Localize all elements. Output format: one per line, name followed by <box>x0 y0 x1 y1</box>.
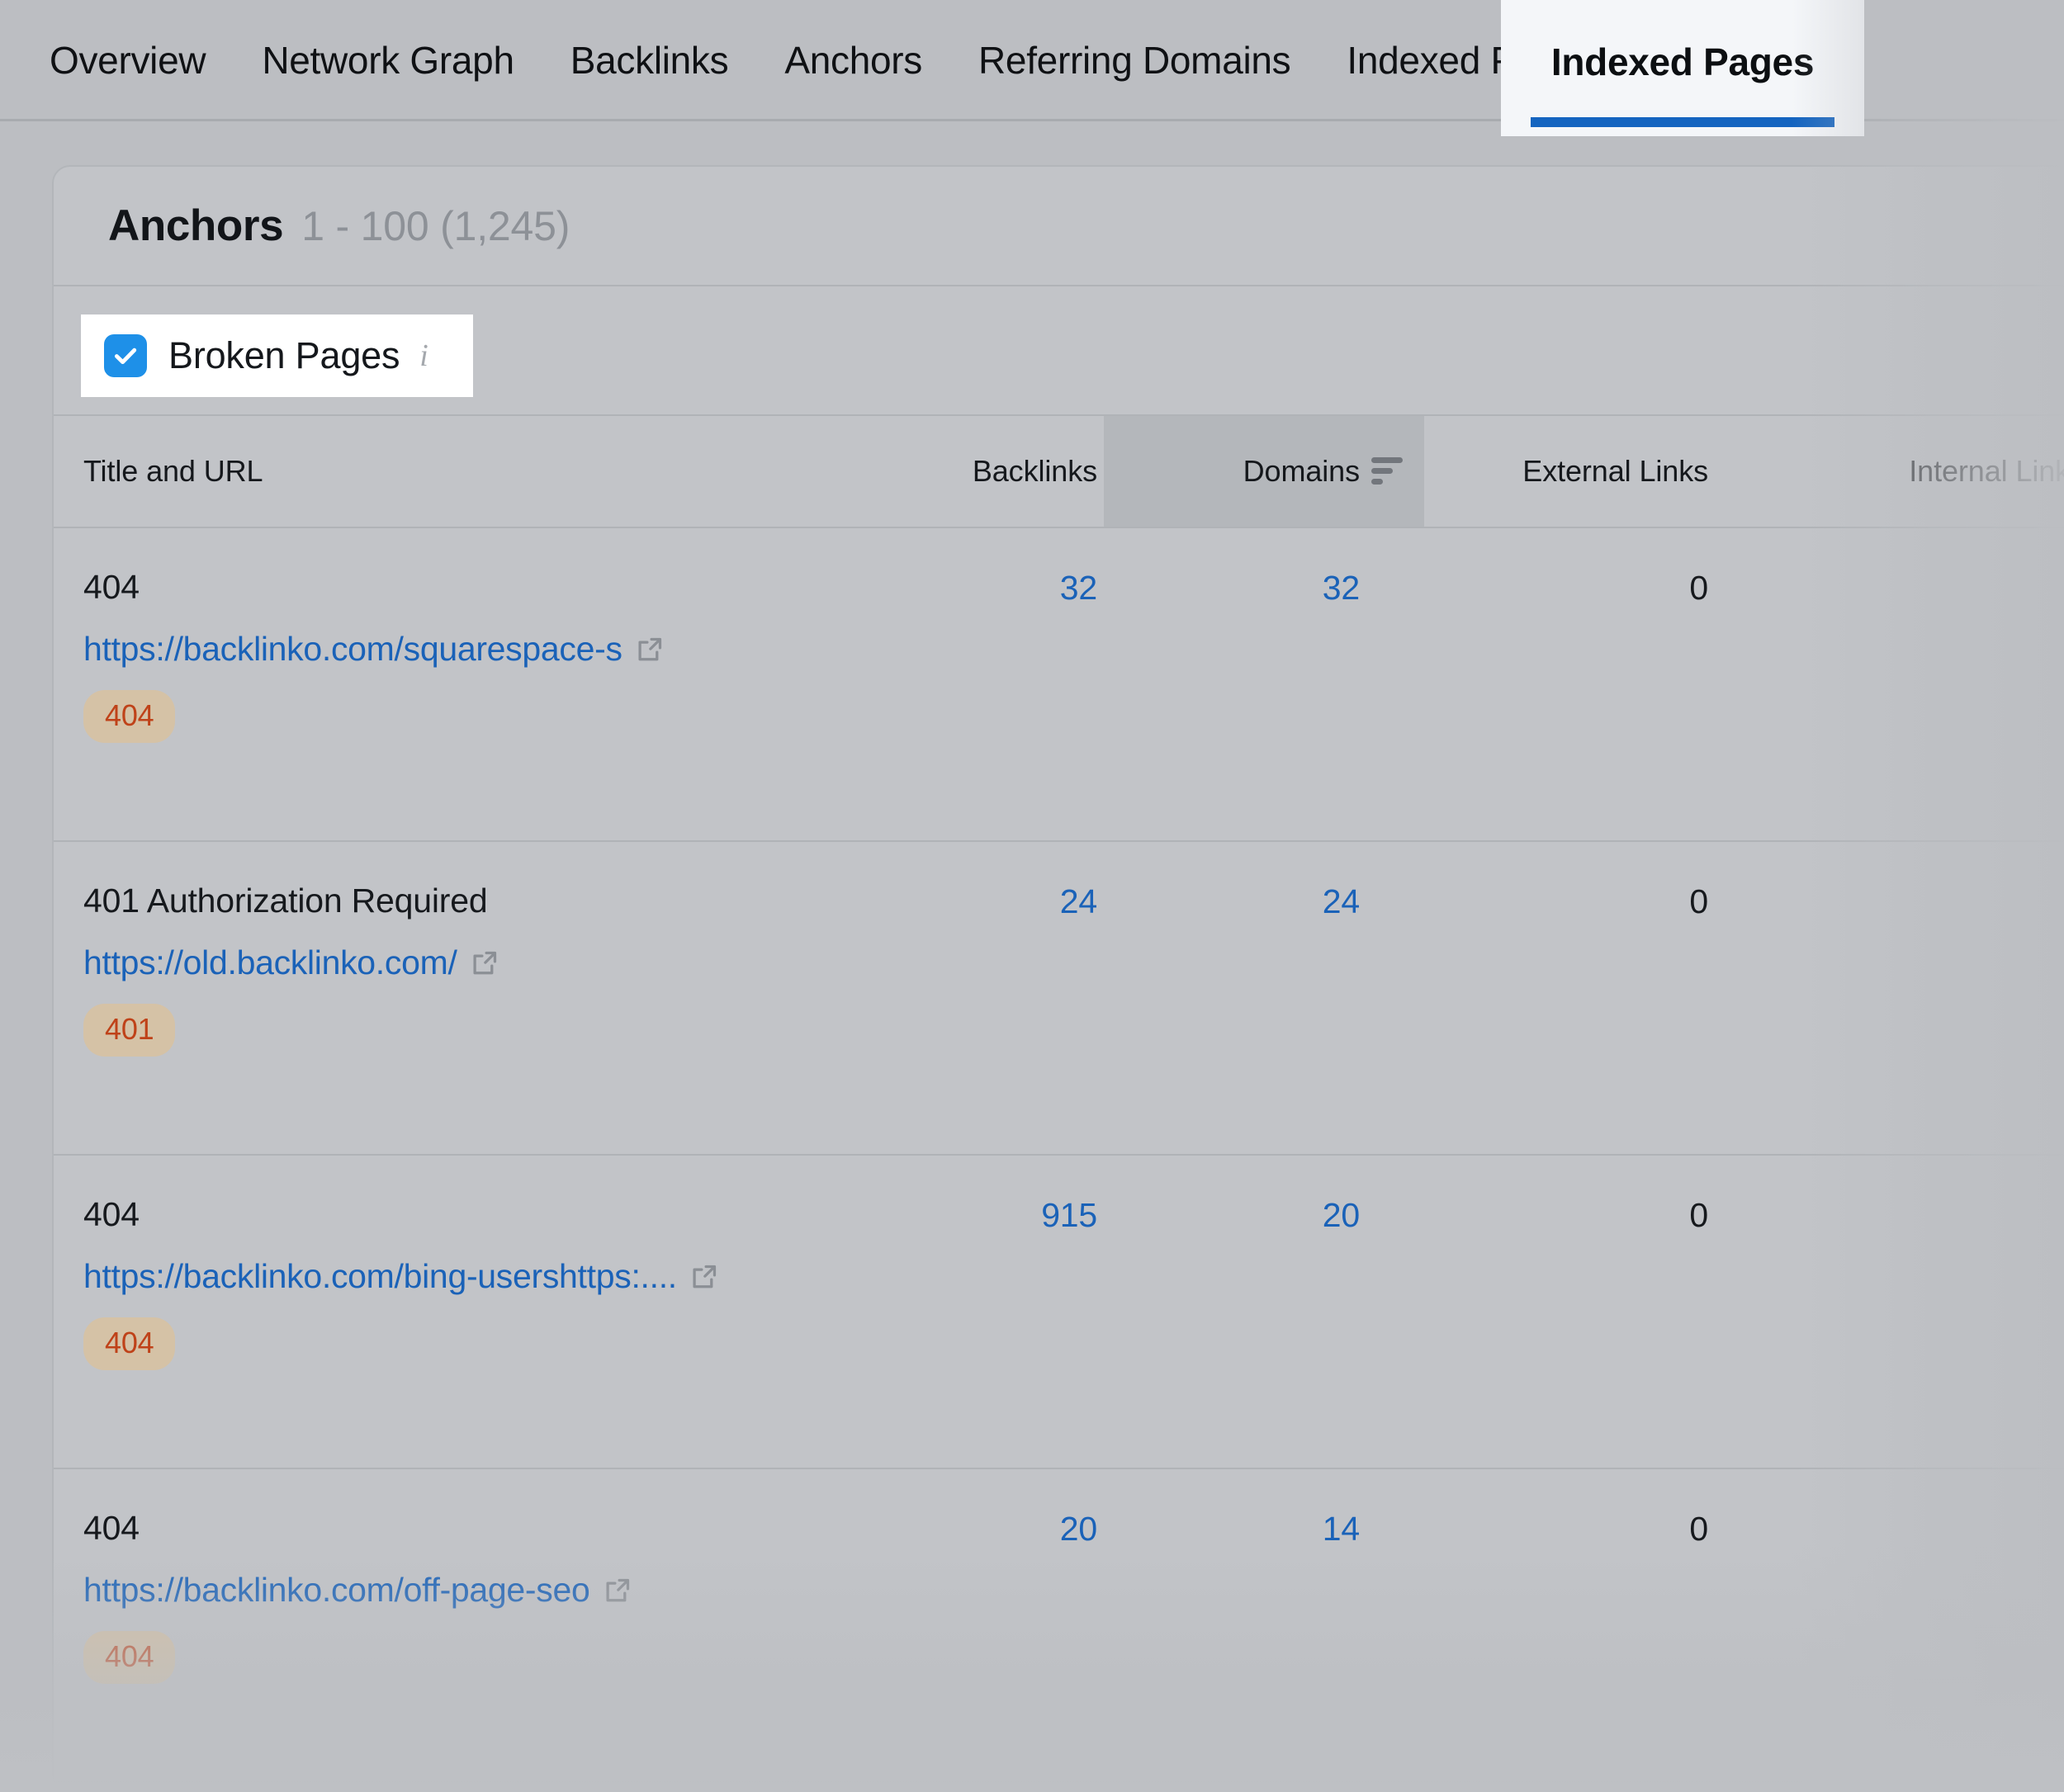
indexed-pages-table: Title and URL Backlinks Domains External… <box>54 416 2064 1790</box>
cell-domains[interactable]: 20 <box>1104 1193 1424 1237</box>
external-link-icon[interactable] <box>604 1577 632 1605</box>
tab-overview[interactable]: Overview <box>50 0 234 120</box>
cell-internal-links: 0 <box>1744 879 2064 924</box>
cell-internal-links: 0 <box>1744 565 2064 610</box>
tab-anchors[interactable]: Anchors <box>756 0 950 120</box>
cell-backlinks[interactable]: 24 <box>797 879 1127 924</box>
cell-backlinks[interactable]: 20 <box>797 1506 1127 1551</box>
info-icon[interactable]: i <box>419 340 428 371</box>
table-header-row: Title and URL Backlinks Domains External… <box>54 416 2064 528</box>
tab-bar: Overview Network Graph Backlinks Anchors… <box>0 0 2064 136</box>
cell-external-links: 0 <box>1689 568 1708 607</box>
column-header-label: Internal Links <box>1909 454 2064 488</box>
row-url-link[interactable]: https://backlinko.com/squarespace-s <box>83 630 623 669</box>
tab-indexed-pages-label: Indexed Pages <box>1550 40 1815 83</box>
cell-external-links: 0 <box>1689 1509 1708 1548</box>
column-header-title-and-url[interactable]: Title and URL <box>83 416 263 527</box>
tab-active-underline <box>1531 117 1834 127</box>
cell-external-links: 0 <box>1689 882 1708 920</box>
status-badge: 404 <box>83 1631 176 1684</box>
column-header-label: Domains <box>1243 454 1360 488</box>
status-badge: 401 <box>83 1004 176 1057</box>
check-icon <box>114 348 137 365</box>
table-row[interactable]: 404 https://backlinko.com/hub/seo/techni… <box>54 1783 2064 1790</box>
tab-label: Backlinks <box>570 38 729 82</box>
tab-label: Network Graph <box>262 38 514 82</box>
row-url-link[interactable]: https://backlinko.com/bing-usershttps:..… <box>83 1257 677 1296</box>
status-badge: 404 <box>83 690 176 743</box>
broken-pages-checkbox[interactable] <box>104 334 147 377</box>
cell-domains[interactable]: 24 <box>1104 879 1424 924</box>
row-title: 404 <box>83 568 140 606</box>
column-header-domains[interactable]: Domains <box>1104 416 1424 527</box>
card-header: Anchors 1 - 100 (1,245) <box>54 167 2064 286</box>
cell-title-and-url: 404 https://backlinko.com/hub/seo/techni… <box>83 1783 793 1790</box>
row-url-line: https://backlinko.com/squarespace-s <box>83 607 793 669</box>
cell-title-and-url: 404 https://backlinko.com/off-page-seo 4… <box>83 1469 793 1684</box>
tab-network-graph[interactable]: Network Graph <box>234 0 542 120</box>
broken-pages-filter[interactable]: Broken Pages i <box>81 314 473 397</box>
cell-external-links: 0 <box>1689 1195 1708 1234</box>
row-url-line: https://old.backlinko.com/ <box>83 920 793 982</box>
cell-title-and-url: 404 https://backlinko.com/bing-usershttp… <box>83 1156 793 1370</box>
cell-internal-links: 0 <box>1744 1193 2064 1237</box>
card-title: Anchors <box>108 201 284 250</box>
row-url-link[interactable]: https://old.backlinko.com/ <box>83 943 457 982</box>
indexed-pages-card: Anchors 1 - 100 (1,245) Broken Pages i T… <box>52 165 2064 1792</box>
status-badge: 404 <box>83 1317 176 1370</box>
table-row[interactable]: 404 https://backlinko.com/bing-usershttp… <box>54 1156 2064 1469</box>
card-result-count: 1 - 100 (1,245) <box>301 202 570 249</box>
cell-domains[interactable]: 32 <box>1104 565 1424 610</box>
row-url-line: https://backlinko.com/off-page-seo <box>83 1548 793 1610</box>
cell-backlinks[interactable]: 32 <box>797 565 1127 610</box>
column-header-label: Title and URL <box>83 454 263 488</box>
row-title: 404 <box>83 1783 793 1790</box>
tab-label: Referring Domains <box>978 38 1291 82</box>
row-url-link[interactable]: https://backlinko.com/off-page-seo <box>83 1571 590 1610</box>
tab-indexed-pages[interactable]: Indexed Pages <box>1501 0 1864 136</box>
broken-pages-label: Broken Pages <box>168 334 400 376</box>
external-link-icon[interactable] <box>690 1263 718 1291</box>
sort-descending-icon[interactable] <box>1371 457 1403 485</box>
cell-internal-links: 0 <box>1744 1506 2064 1551</box>
page-root: Overview Network Graph Backlinks Anchors… <box>0 0 2064 1792</box>
cell-title-and-url: 404 https://backlinko.com/squarespace-s … <box>83 528 793 743</box>
column-header-external-links[interactable]: External Links <box>1424 416 1744 527</box>
tab-backlinks[interactable]: Backlinks <box>542 0 757 120</box>
tab-referring-domains[interactable]: Referring Domains <box>950 0 1318 120</box>
cell-domains[interactable]: 14 <box>1104 1506 1424 1551</box>
cell-title-and-url: 401 Authorization Required https://old.b… <box>83 842 793 1057</box>
row-title: 404 <box>83 1195 140 1233</box>
row-title: 404 <box>83 1509 140 1547</box>
column-header-label: External Links <box>1522 454 1708 488</box>
row-url-line: https://backlinko.com/bing-usershttps:..… <box>83 1234 793 1296</box>
tab-label: Overview <box>50 38 206 82</box>
tab-label: Anchors <box>784 38 922 82</box>
external-link-icon[interactable] <box>471 949 499 977</box>
table-row[interactable]: 404 https://backlinko.com/off-page-seo 4… <box>54 1469 2064 1783</box>
column-header-backlinks[interactable]: Backlinks <box>797 416 1127 527</box>
column-header-internal-links[interactable]: Internal Links <box>1744 416 2064 527</box>
table-row[interactable]: 401 Authorization Required https://old.b… <box>54 842 2064 1156</box>
external-link-icon[interactable] <box>636 636 664 664</box>
table-row[interactable]: 404 https://backlinko.com/squarespace-s … <box>54 528 2064 842</box>
row-title: 401 Authorization Required <box>83 882 488 920</box>
column-header-label: Backlinks <box>972 454 1097 488</box>
filter-row: Broken Pages i <box>54 286 2064 416</box>
cell-backlinks[interactable]: 915 <box>797 1193 1127 1237</box>
